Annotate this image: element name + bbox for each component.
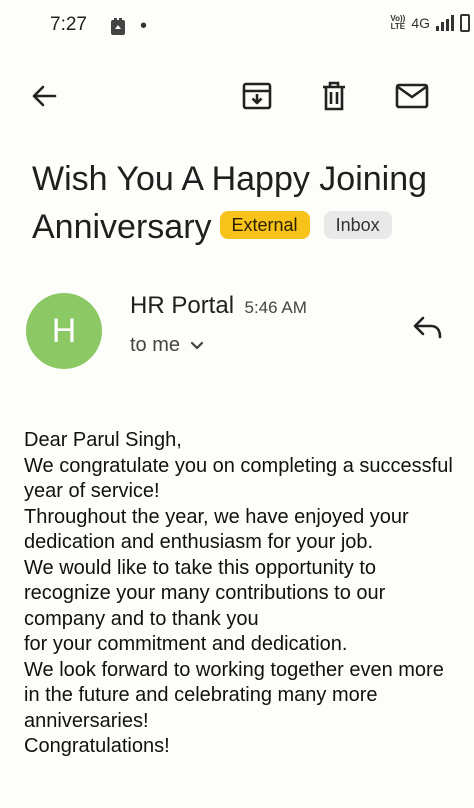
mark-unread-button[interactable]	[392, 76, 432, 116]
body-line: Dear Parul Singh,	[24, 429, 182, 451]
body-line: We look forward to working together even…	[24, 658, 444, 681]
battery-icon	[460, 14, 470, 32]
chevron-down-icon	[190, 341, 204, 349]
sender-line: HR Portal 5:46 AM	[130, 292, 307, 320]
body-line: year of service!	[24, 480, 160, 502]
email-subject: Wish You A Happy Joining Anniversary Exte…	[32, 155, 452, 251]
body-line: anniversaries!	[24, 709, 149, 732]
reply-icon	[413, 316, 442, 339]
body-line: dedication and enthusiasm for your job.	[24, 531, 374, 553]
signal-icon	[436, 15, 454, 31]
delete-icon	[323, 81, 345, 111]
body-line: Congratulations!	[24, 735, 170, 757]
body-line: We would like to take this opportunity t…	[24, 556, 377, 579]
mark-unread-icon	[395, 83, 429, 109]
body-line: Throughout the year, we have enjoyed you…	[24, 505, 409, 528]
reply-button[interactable]	[406, 306, 448, 348]
delete-button[interactable]	[314, 76, 354, 116]
status-bar: 7:27 • Vo)) LTE 4G	[0, 0, 474, 52]
volte-icon: Vo)) LTE	[390, 14, 406, 31]
status-time: 7:27	[50, 14, 87, 35]
recipient-text: to me	[130, 334, 181, 356]
email-time: 5:46 AM	[244, 298, 307, 317]
network-type: 4G	[411, 15, 430, 31]
back-button[interactable]	[24, 76, 64, 116]
sender-avatar[interactable]: H	[26, 293, 102, 369]
archive-button[interactable]	[237, 76, 277, 116]
toolbar	[0, 70, 474, 120]
body-line: recognize your many contributions to our	[24, 582, 386, 604]
app-notification-icon	[111, 17, 125, 35]
body-line: company and to thank you	[24, 607, 259, 630]
recipient-details-toggle[interactable]: to me	[130, 334, 204, 357]
label-inbox[interactable]: Inbox	[323, 211, 392, 240]
archive-icon	[242, 82, 272, 110]
email-body: Dear Parul Singh, We congratulate you on…	[24, 428, 474, 760]
label-external[interactable]: External	[219, 211, 310, 240]
sender-name[interactable]: HR Portal	[130, 292, 234, 319]
body-line: for your commitment and dedication.	[24, 633, 348, 655]
body-line: We congratulate you on completing a succ…	[24, 454, 453, 477]
arrow-back-icon	[32, 85, 57, 107]
body-line: in the future and celebrating many more	[24, 684, 378, 706]
notification-dot-icon: •	[140, 15, 148, 37]
